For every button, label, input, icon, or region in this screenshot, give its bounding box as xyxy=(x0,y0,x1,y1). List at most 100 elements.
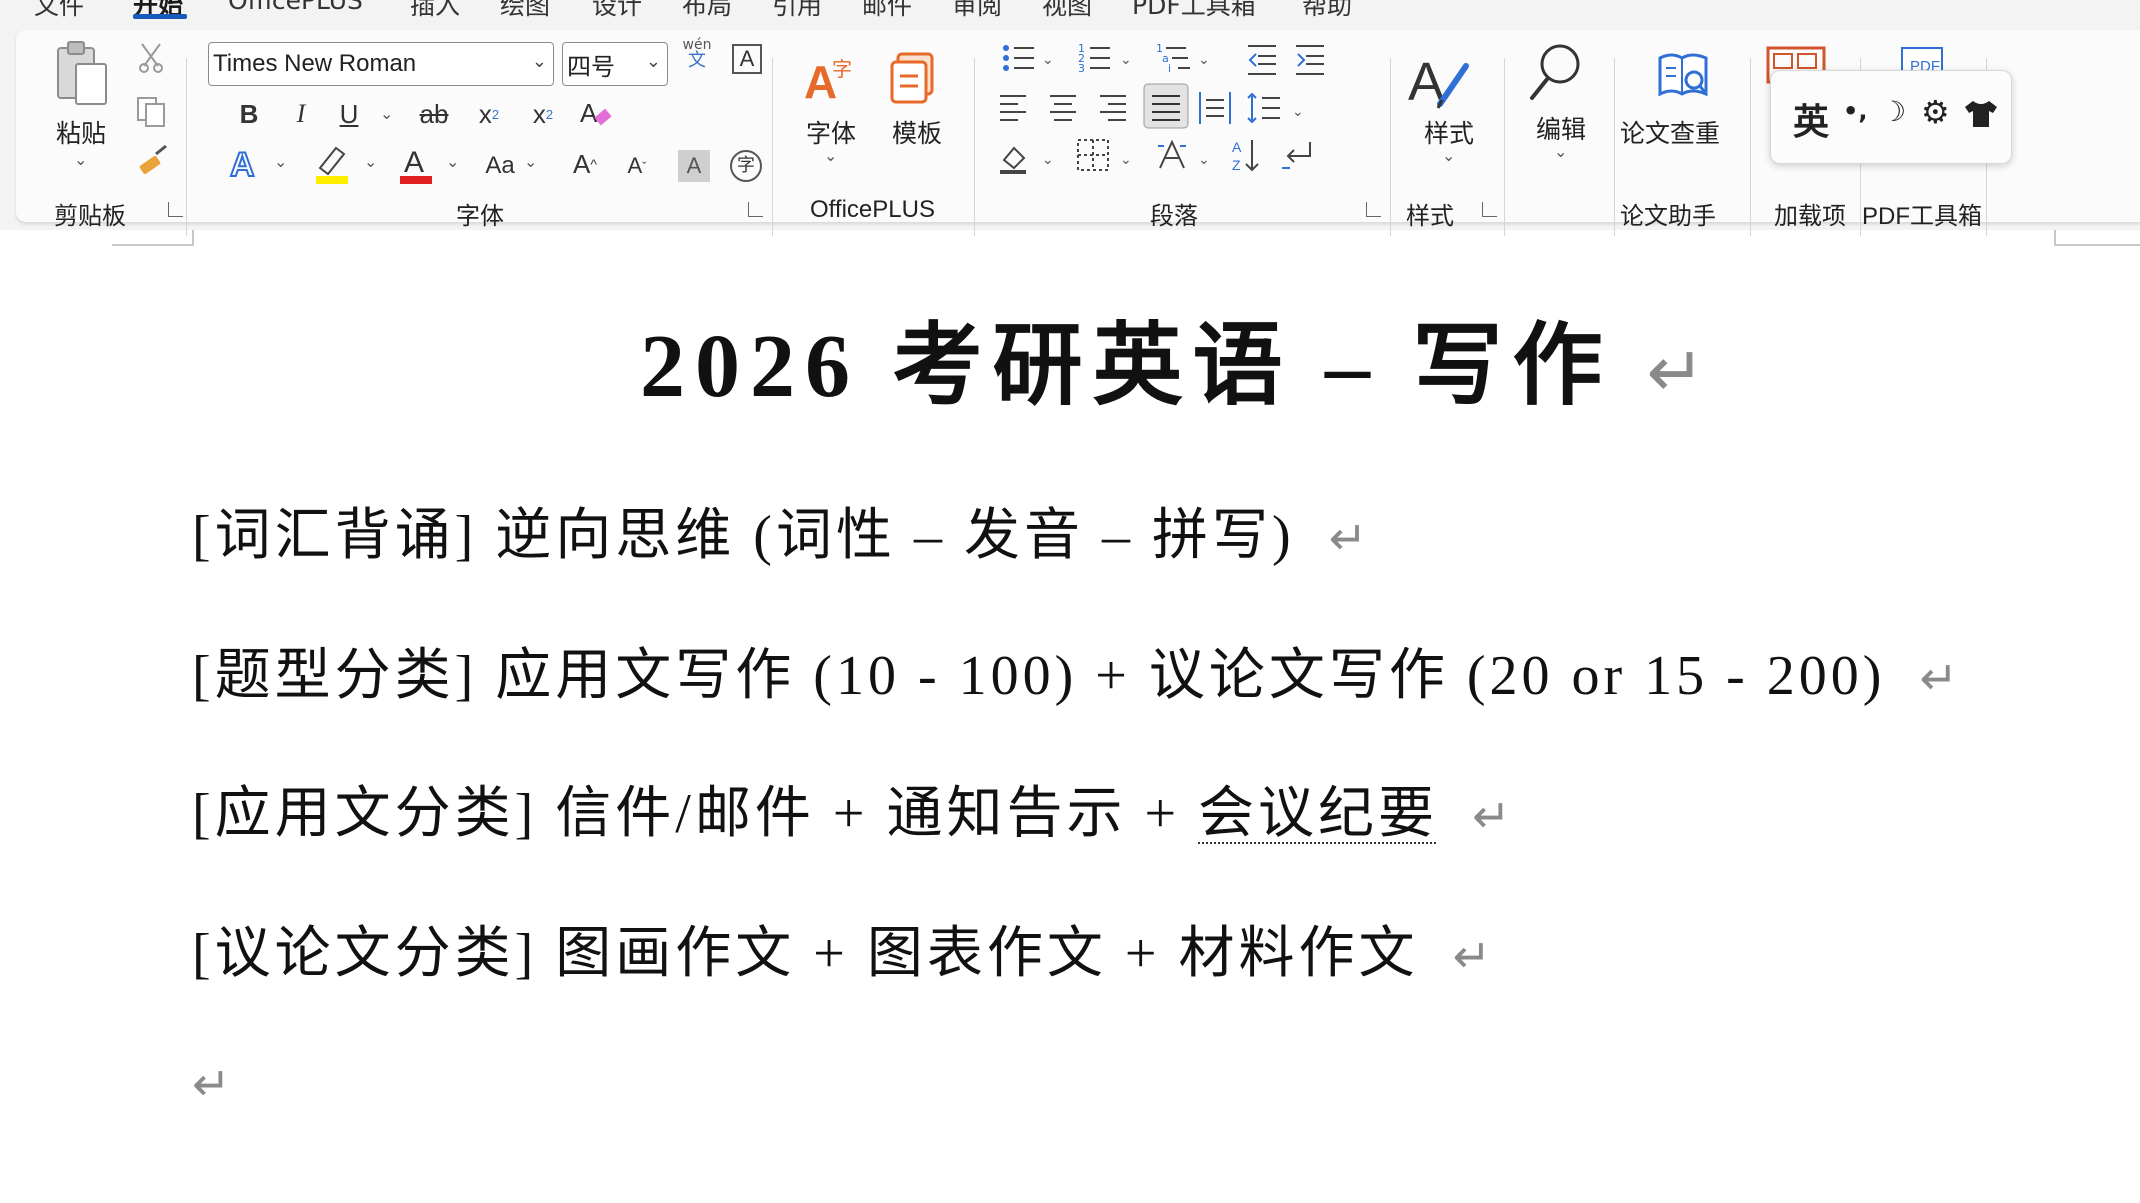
phonetic-guide-bottom: 文 xyxy=(688,50,706,71)
tab-layout[interactable]: 布局 xyxy=(682,0,732,22)
paragraph-text: [题型分类] 应用文写作 (10 - 100) + 议论文写作 (20 or 1… xyxy=(192,645,1886,707)
tab-view[interactable]: 视图 xyxy=(1042,0,1092,22)
shrink-font-button[interactable]: Aˇ xyxy=(620,148,654,184)
copy-icon[interactable] xyxy=(134,94,168,128)
paragraph-mark-icon: ↵ xyxy=(1328,511,1368,565)
grammar-flagged-text[interactable]: 会议纪要 xyxy=(1198,783,1438,845)
underline-button[interactable]: U xyxy=(334,96,364,132)
svg-text:A: A xyxy=(580,98,598,128)
plagiarism-check-icon[interactable] xyxy=(1656,50,1712,106)
svg-text:Z: Z xyxy=(1232,157,1241,173)
font-size-combo[interactable]: 四号 ⌄ xyxy=(562,42,668,86)
grow-font-button[interactable]: A ^ xyxy=(568,146,602,182)
group-separator xyxy=(974,58,975,236)
superscript-glyph: x xyxy=(532,99,546,129)
superscript-button[interactable]: x2 xyxy=(528,96,558,132)
group-separator xyxy=(186,58,187,236)
font-color-icon[interactable]: A xyxy=(398,142,434,184)
tab-insert[interactable]: 插入 xyxy=(410,0,460,22)
paragraph-mark-icon: ↵ xyxy=(1472,789,1511,843)
tab-officeplus[interactable]: OfficePLUS xyxy=(228,0,363,15)
character-border-button[interactable]: A xyxy=(732,44,762,74)
tab-references[interactable]: 引用 xyxy=(772,0,822,22)
svg-text:3: 3 xyxy=(1078,62,1085,75)
empty-paragraph[interactable]: ↵ xyxy=(192,1050,231,1114)
officeplus-font-button[interactable]: 字体 xyxy=(806,114,856,150)
cut-icon[interactable] xyxy=(136,40,166,74)
group-separator xyxy=(1504,58,1505,236)
svg-text:A: A xyxy=(404,146,424,179)
phonetic-guide-button[interactable]: wén 文 xyxy=(680,38,714,70)
highlight-color-icon[interactable] xyxy=(314,142,350,184)
tab-design[interactable]: 设计 xyxy=(592,0,642,22)
styles-icon[interactable]: A xyxy=(1404,48,1474,112)
clipboard-group-label: 剪贴板 xyxy=(54,202,126,230)
ime-language-toggle[interactable]: 英 xyxy=(1793,93,1829,145)
bold-button[interactable]: B xyxy=(234,96,264,132)
group-separator xyxy=(1614,58,1615,236)
moon-icon[interactable]: ☽ xyxy=(1881,95,1906,128)
change-case-button[interactable]: Aa xyxy=(478,148,522,184)
editing-button[interactable]: 编辑 xyxy=(1536,110,1586,146)
paragraph-group-label: 段落 xyxy=(1150,202,1198,230)
document-title-text: 2026 考研英语 – 写作 xyxy=(640,317,1613,416)
clipboard-dialog-launcher-icon[interactable] xyxy=(168,202,183,217)
svg-text:字: 字 xyxy=(832,57,852,81)
paragraph-mark-icon: ↵ xyxy=(192,1057,231,1111)
clear-formatting-icon[interactable]: A xyxy=(578,96,614,132)
highlight-dropdown-icon[interactable]: ⌄ xyxy=(364,152,377,171)
subscript-glyph: x xyxy=(478,99,492,129)
tab-draw[interactable]: 绘图 xyxy=(500,0,550,22)
font-dialog-launcher-icon[interactable] xyxy=(748,202,763,217)
officeplus-template-button[interactable]: 模板 xyxy=(892,114,942,150)
tab-review[interactable]: 审阅 xyxy=(952,0,1002,22)
plagiarism-check-button[interactable]: 论文查重 xyxy=(1620,114,1720,150)
styles-dropdown-icon[interactable]: ⌄ xyxy=(1442,146,1455,165)
paragraph-dialog-launcher-icon[interactable] xyxy=(1366,202,1381,217)
styles-button[interactable]: 样式 xyxy=(1424,114,1474,150)
tab-mailings[interactable]: 邮件 xyxy=(862,0,912,22)
editing-dropdown-icon[interactable]: ⌄ xyxy=(1554,142,1567,161)
strikethrough-button[interactable]: ab xyxy=(416,96,452,132)
ime-toolbar[interactable]: 英 •, ☽ ⚙ xyxy=(1770,70,2012,164)
thesis-group-label: 论文助手 xyxy=(1620,202,1716,230)
svg-text:A: A xyxy=(230,146,255,184)
shrink-font-glyph: A xyxy=(627,153,643,178)
character-shading-button[interactable]: A xyxy=(678,150,710,182)
paste-icon[interactable] xyxy=(54,40,110,110)
ime-punctuation-toggle[interactable]: •, xyxy=(1843,97,1867,125)
tab-help[interactable]: 帮助 xyxy=(1302,0,1352,22)
font-name-value: Times New Roman xyxy=(213,50,417,77)
officeplus-font-icon[interactable]: A字 xyxy=(802,52,858,108)
bullets-icon xyxy=(1003,45,1034,71)
paragraph-controls: ⌄ 123 ⌄ 1ai ⌄ ⌄ ⌄ ⌄ ⌄ A Z xyxy=(1000,40,1400,190)
text-effects-icon[interactable]: A xyxy=(228,144,262,185)
font-size-value: 四号 xyxy=(567,53,615,81)
styles-dialog-launcher-icon[interactable] xyxy=(1482,202,1497,217)
format-painter-icon[interactable] xyxy=(136,144,170,178)
subscript-button[interactable]: x2 xyxy=(474,96,504,132)
tab-file[interactable]: 文件 xyxy=(34,0,84,22)
underline-dropdown-icon[interactable]: ⌄ xyxy=(380,104,393,123)
officeplus-font-dropdown-icon[interactable]: ⌄ xyxy=(824,146,837,165)
change-case-dropdown-icon[interactable]: ⌄ xyxy=(524,152,537,171)
paste-dropdown-icon[interactable]: ⌄ xyxy=(74,150,87,169)
search-icon[interactable] xyxy=(1528,40,1582,104)
italic-button[interactable]: I xyxy=(286,96,316,132)
enclose-characters-button[interactable]: 字 xyxy=(730,150,762,182)
tab-pdf-toolbox[interactable]: PDF工具箱 xyxy=(1132,0,1256,22)
officeplus-group-label: OfficePLUS xyxy=(810,196,935,223)
font-name-combo[interactable]: Times New Roman ⌄ xyxy=(208,42,554,86)
paragraph-text: [应用文分类] 信件/邮件 + 通知告示 + xyxy=(192,783,1199,845)
officeplus-template-icon[interactable] xyxy=(888,50,940,106)
gear-icon[interactable]: ⚙ xyxy=(1921,93,1950,131)
skin-shirt-icon[interactable] xyxy=(1963,99,1999,129)
chevron-down-icon: ⌄ xyxy=(531,51,547,71)
paste-button[interactable]: 粘贴 xyxy=(56,114,106,150)
text-effects-dropdown-icon[interactable]: ⌄ xyxy=(274,152,287,171)
group-separator xyxy=(1390,58,1391,236)
font-color-dropdown-icon[interactable]: ⌄ xyxy=(446,152,459,171)
chevron-down-icon: ⌄ xyxy=(645,51,661,71)
document-paragraph: [议论文分类] 图画作文 + 图表作文 + 材料作文 ↵ xyxy=(192,908,1491,989)
document-paragraph: [题型分类] 应用文写作 (10 - 100) + 议论文写作 (20 or 1… xyxy=(192,630,1958,711)
